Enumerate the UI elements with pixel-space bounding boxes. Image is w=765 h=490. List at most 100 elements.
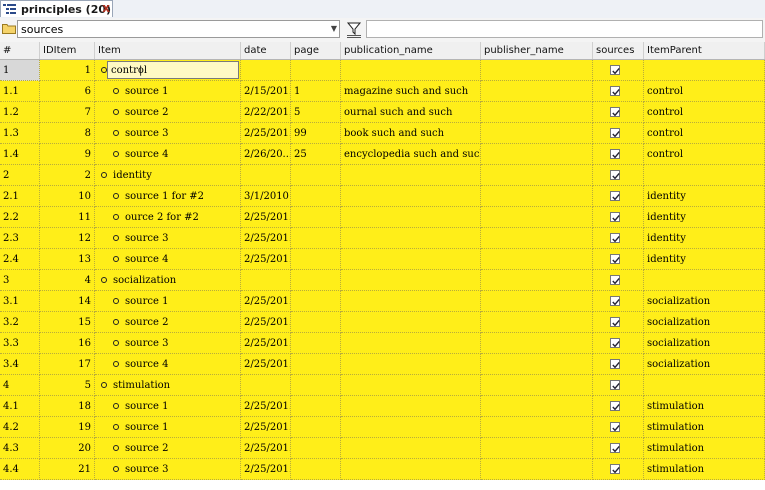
cell-iditem[interactable]: 15 [40,312,95,333]
cell-publisher-name[interactable] [481,270,593,291]
cell-publisher-name[interactable] [481,291,593,312]
cell-item[interactable]: source 1 [95,291,241,312]
sources-checkbox[interactable] [610,86,620,96]
cell-itemparent[interactable]: control [644,144,765,165]
cell-item[interactable]: source 4 [95,144,241,165]
cell-date[interactable]: 2/25/201... [241,333,291,354]
cell-itemparent[interactable] [644,375,765,396]
header-page[interactable]: page [291,42,341,59]
cell-publisher-name[interactable] [481,354,593,375]
table-row[interactable]: 1.16 source 1 2/15/201...1magazine such an… [0,81,765,102]
cell-date[interactable]: 2/25/201... [241,249,291,270]
cell-publication-name[interactable]: magazine such and such [341,81,481,102]
cell-publication-name[interactable] [341,186,481,207]
cell-num[interactable]: 3.1 [0,291,40,312]
cell-itemparent[interactable]: socialization [644,291,765,312]
cell-sources[interactable] [593,417,644,438]
cell-page[interactable] [291,417,341,438]
cell-page[interactable]: 25 [291,144,341,165]
cell-date[interactable]: 2/25/201... [241,417,291,438]
cell-item[interactable]: stimulation [95,375,241,396]
cell-iditem[interactable]: 17 [40,354,95,375]
cell-publisher-name[interactable] [481,207,593,228]
cell-page[interactable] [291,165,341,186]
cell-publisher-name[interactable] [481,312,593,333]
cell-page[interactable] [291,312,341,333]
table-row[interactable]: 3.215 source 2 2/25/201... socialization [0,312,765,333]
cell-iditem[interactable]: 5 [40,375,95,396]
cell-sources[interactable] [593,396,644,417]
cell-num[interactable]: 1.2 [0,102,40,123]
cell-publisher-name[interactable] [481,144,593,165]
sources-checkbox[interactable] [610,422,620,432]
sources-checkbox[interactable] [610,338,620,348]
cell-num[interactable]: 3 [0,270,40,291]
cell-publisher-name[interactable] [481,123,593,144]
table-row[interactable]: 3.417 source 4 2/25/201... socialization [0,354,765,375]
cell-page[interactable] [291,207,341,228]
chevron-down-icon[interactable]: ▼ [331,24,337,33]
cell-item[interactable]: source 2 [95,102,241,123]
sources-checkbox[interactable] [610,359,620,369]
sources-checkbox[interactable] [610,65,620,75]
cell-date[interactable]: 2/15/201... [241,81,291,102]
cell-item[interactable]: source 1 [95,396,241,417]
cell-sources[interactable] [593,249,644,270]
table-row[interactable]: 3.316 source 3 2/25/201... socialization [0,333,765,354]
table-row[interactable]: 2.413 source 4 2/25/201... identity [0,249,765,270]
cell-num[interactable]: 4.1 [0,396,40,417]
cell-iditem[interactable]: 16 [40,333,95,354]
cell-num[interactable]: 4.2 [0,417,40,438]
cell-sources[interactable] [593,165,644,186]
cell-page[interactable] [291,396,341,417]
table-row[interactable]: 4 5 stimulation [0,375,765,396]
header-publication-name[interactable]: publication_name [341,42,481,59]
table-row[interactable]: 4.219 source 1 2/25/201... stimulation [0,417,765,438]
cell-iditem[interactable]: 18 [40,396,95,417]
sources-checkbox[interactable] [610,170,620,180]
cell-iditem[interactable]: 14 [40,291,95,312]
cell-sources[interactable] [593,312,644,333]
cell-publisher-name[interactable] [481,186,593,207]
table-row[interactable]: 1.4 9 source 4 2/26/20... 25 encyclopedia suc… [0,144,765,165]
cell-item[interactable]: source 1 [95,417,241,438]
table-row[interactable]: 3 4 socialization [0,270,765,291]
cell-publisher-name[interactable] [481,60,593,81]
cell-num[interactable]: 3.2 [0,312,40,333]
cell-iditem[interactable]: 1 [40,60,95,81]
cell-date[interactable] [241,375,291,396]
cell-sources[interactable] [593,438,644,459]
cell-iditem[interactable]: 4 [40,270,95,291]
sources-checkbox[interactable] [610,275,620,285]
sources-checkbox[interactable] [610,233,620,243]
cell-publisher-name[interactable] [481,81,593,102]
close-icon[interactable]: x [102,1,110,15]
cell-itemparent[interactable]: control [644,102,765,123]
cell-num[interactable]: 1.1 [0,81,40,102]
cell-publisher-name[interactable] [481,459,593,480]
cell-item[interactable]: source 1 for #2 [95,186,241,207]
cell-itemparent[interactable] [644,60,765,81]
cell-sources[interactable] [593,123,644,144]
cell-publication-name[interactable] [341,60,481,81]
cell-publication-name[interactable] [341,291,481,312]
cell-item[interactable]: source 4 [95,249,241,270]
cell-itemparent[interactable]: stimulation [644,396,765,417]
cell-num[interactable]: 2 [0,165,40,186]
cell-date[interactable]: 2/25/201... [241,312,291,333]
cell-iditem[interactable]: 19 [40,417,95,438]
cell-publication-name[interactable] [341,354,481,375]
cell-date[interactable]: 2/25/201... [241,123,291,144]
sources-checkbox[interactable] [610,212,620,222]
cell-publisher-name[interactable] [481,249,593,270]
sources-checkbox[interactable] [610,296,620,306]
header-iditem[interactable]: IDItem [40,42,95,59]
cell-itemparent[interactable]: stimulation [644,417,765,438]
cell-num[interactable]: 2.1 [0,186,40,207]
cell-page[interactable] [291,333,341,354]
cell-itemparent[interactable]: stimulation [644,438,765,459]
cell-page[interactable]: 99 [291,123,341,144]
sources-checkbox[interactable] [610,401,620,411]
cell-num[interactable]: 1 [0,60,40,81]
filter-button[interactable] [344,20,364,39]
